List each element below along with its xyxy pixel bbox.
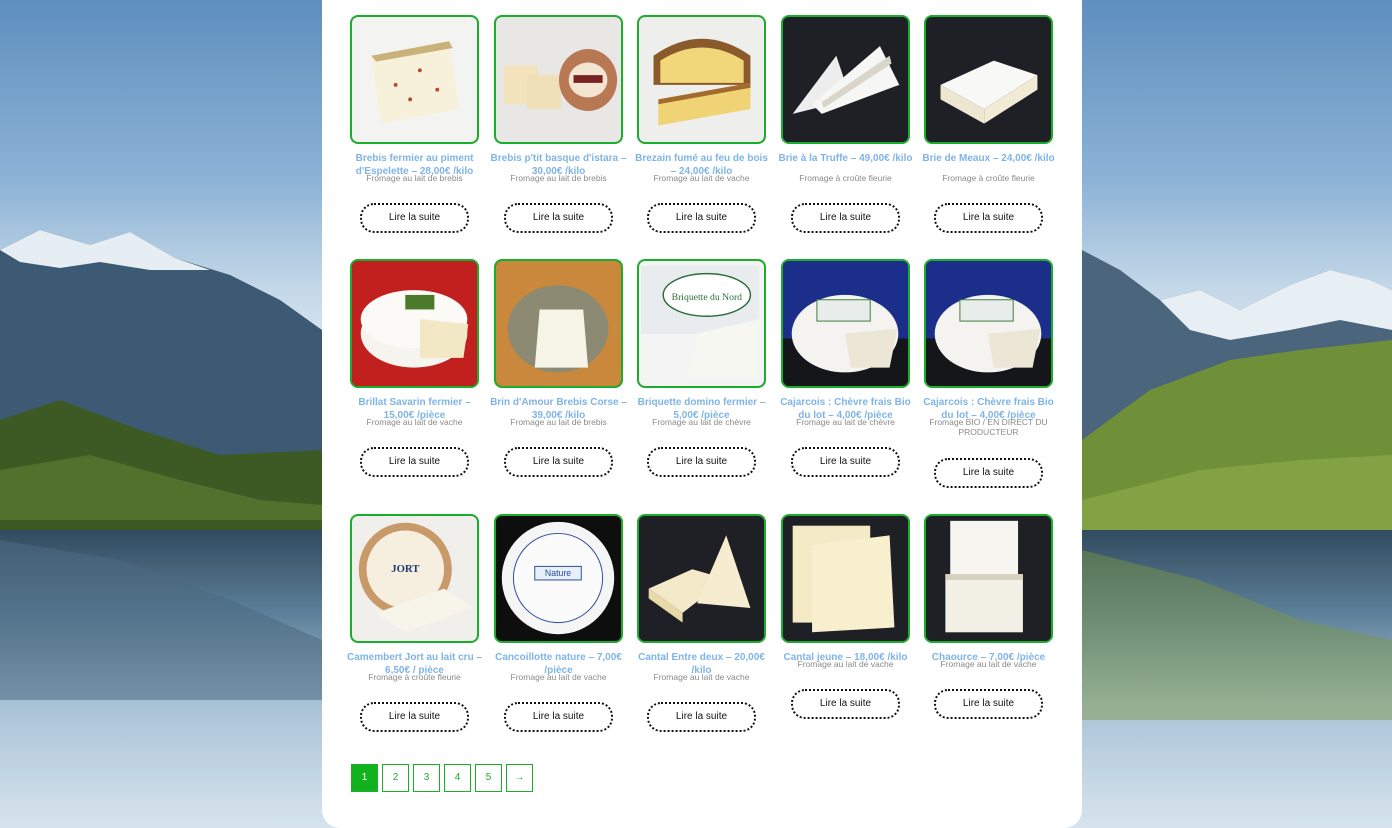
product-image[interactable]	[350, 259, 479, 388]
product-image[interactable]	[924, 259, 1053, 388]
product-image[interactable]	[637, 514, 766, 643]
read-more-button[interactable]: Lire la suite	[504, 702, 613, 732]
svg-text:JORT: JORT	[391, 564, 419, 575]
product-card: Brin d'Amour Brebis Corse – 39,00€ /kilo…	[490, 259, 638, 489]
product-card: Brillat Savarin fermier – 15,00€ /pièce F…	[350, 259, 494, 489]
product-category: Fromage au lait de chèvre	[796, 417, 895, 427]
read-more-button[interactable]: Lire la suite	[504, 447, 613, 477]
product-image[interactable]	[494, 259, 623, 388]
product-category: Fromage à croûte fleurie	[368, 672, 461, 682]
product-image[interactable]	[350, 15, 479, 144]
product-image[interactable]: Nature	[494, 514, 623, 643]
page-2-button[interactable]: 2	[382, 764, 409, 792]
product-card: Nature Cancoillotte nature – 7,00€ /pièce…	[494, 514, 638, 744]
product-category: Fromage au lait de vache	[653, 672, 750, 682]
read-more-button[interactable]: Lire la suite	[791, 203, 900, 233]
read-more-button[interactable]: Lire la suite	[504, 203, 613, 233]
next-page-button[interactable]: →	[506, 764, 533, 792]
read-more-button[interactable]: Lire la suite	[791, 689, 900, 719]
product-category: Fromage à croûte fleurie	[799, 173, 892, 183]
product-category: Fromage à croûte fleurie	[942, 173, 1035, 183]
product-image[interactable]	[781, 15, 910, 144]
product-image[interactable]	[924, 15, 1053, 144]
read-more-button[interactable]: Lire la suite	[360, 447, 469, 477]
page-3-button[interactable]: 3	[413, 764, 440, 792]
read-more-button[interactable]: Lire la suite	[647, 447, 756, 477]
product-card: Brezain fumé au feu de bois – 24,00€ /ki…	[635, 15, 781, 245]
product-category: Fromage au lait de vache	[510, 672, 607, 682]
product-grid: Brebis fermier au piment d'Espelette – 2…	[347, 0, 1055, 828]
read-more-button[interactable]: Lire la suite	[360, 702, 469, 732]
product-category: Fromage BIO / EN DIRECT DU PRODUCTEUR	[929, 417, 1048, 437]
product-card: Cajarcois : Chèvre frais Bio du lot – 4,…	[780, 259, 925, 489]
product-card: Brie à la Truffe – 49,00€ /kilo Fromage à…	[779, 15, 925, 245]
product-category: Fromage au lait de vache	[366, 417, 463, 427]
product-title[interactable]: Brie à la Truffe – 49,00€ /kilo	[777, 152, 914, 165]
product-card: Brebis fermier au piment d'Espelette – 2…	[350, 15, 494, 245]
product-category: Fromage au lait de vache	[653, 173, 750, 183]
product-image[interactable]: JORT	[350, 514, 479, 643]
read-more-button[interactable]: Lire la suite	[934, 458, 1043, 488]
read-more-button[interactable]: Lire la suite	[360, 203, 469, 233]
product-category: Fromage au lait de chèvre	[652, 417, 751, 427]
product-card: Cantal Entre deux – 20,00€ /kilo Fromage …	[637, 514, 781, 744]
product-card: Chaource – 7,00€ /pièce Fromage au lait d…	[924, 514, 1068, 744]
page-1-button[interactable]: 1	[351, 764, 378, 792]
read-more-button[interactable]: Lire la suite	[934, 689, 1043, 719]
page-5-button[interactable]: 5	[475, 764, 502, 792]
product-image[interactable]	[924, 514, 1053, 643]
product-card: JORT Camembert Jort au lait cru – 6,50€ /…	[347, 514, 494, 744]
product-card: Briquette du Nord Briquette domino fermie…	[637, 259, 781, 489]
product-category: Fromage au lait de brebis	[510, 173, 607, 183]
product-image[interactable]	[637, 15, 766, 144]
svg-text:Briquette du Nord: Briquette du Nord	[672, 292, 743, 303]
product-image[interactable]	[781, 514, 910, 643]
read-more-button[interactable]: Lire la suite	[647, 203, 756, 233]
product-card: Brebis p'tit basque d'istara – 30,00€ /k…	[491, 15, 638, 245]
product-category: Fromage au lait de vache	[940, 659, 1037, 669]
product-card: Cantal jeune – 18,00€ /kilo Fromage au la…	[781, 514, 925, 744]
product-card: Brie de Meaux – 24,00€ /kilo Fromage à cr…	[922, 15, 1068, 245]
read-more-button[interactable]: Lire la suite	[934, 203, 1043, 233]
svg-text:Nature: Nature	[545, 568, 571, 578]
product-image[interactable]: Briquette du Nord	[637, 259, 766, 388]
pagination: 1 2 3 4 5 →	[351, 764, 533, 792]
product-category: Fromage au lait de brebis	[366, 173, 463, 183]
product-card: Cajarcois : Chèvre frais Bio du lot – 4,…	[923, 259, 1068, 489]
product-title[interactable]: Brie de Meaux – 24,00€ /kilo	[920, 152, 1057, 165]
read-more-button[interactable]: Lire la suite	[647, 702, 756, 732]
product-image[interactable]	[494, 15, 623, 144]
product-category: Fromage au lait de brebis	[510, 417, 607, 427]
page-4-button[interactable]: 4	[444, 764, 471, 792]
product-category: Fromage au lait de vache	[797, 659, 894, 669]
read-more-button[interactable]: Lire la suite	[791, 447, 900, 477]
product-image[interactable]	[781, 259, 910, 388]
